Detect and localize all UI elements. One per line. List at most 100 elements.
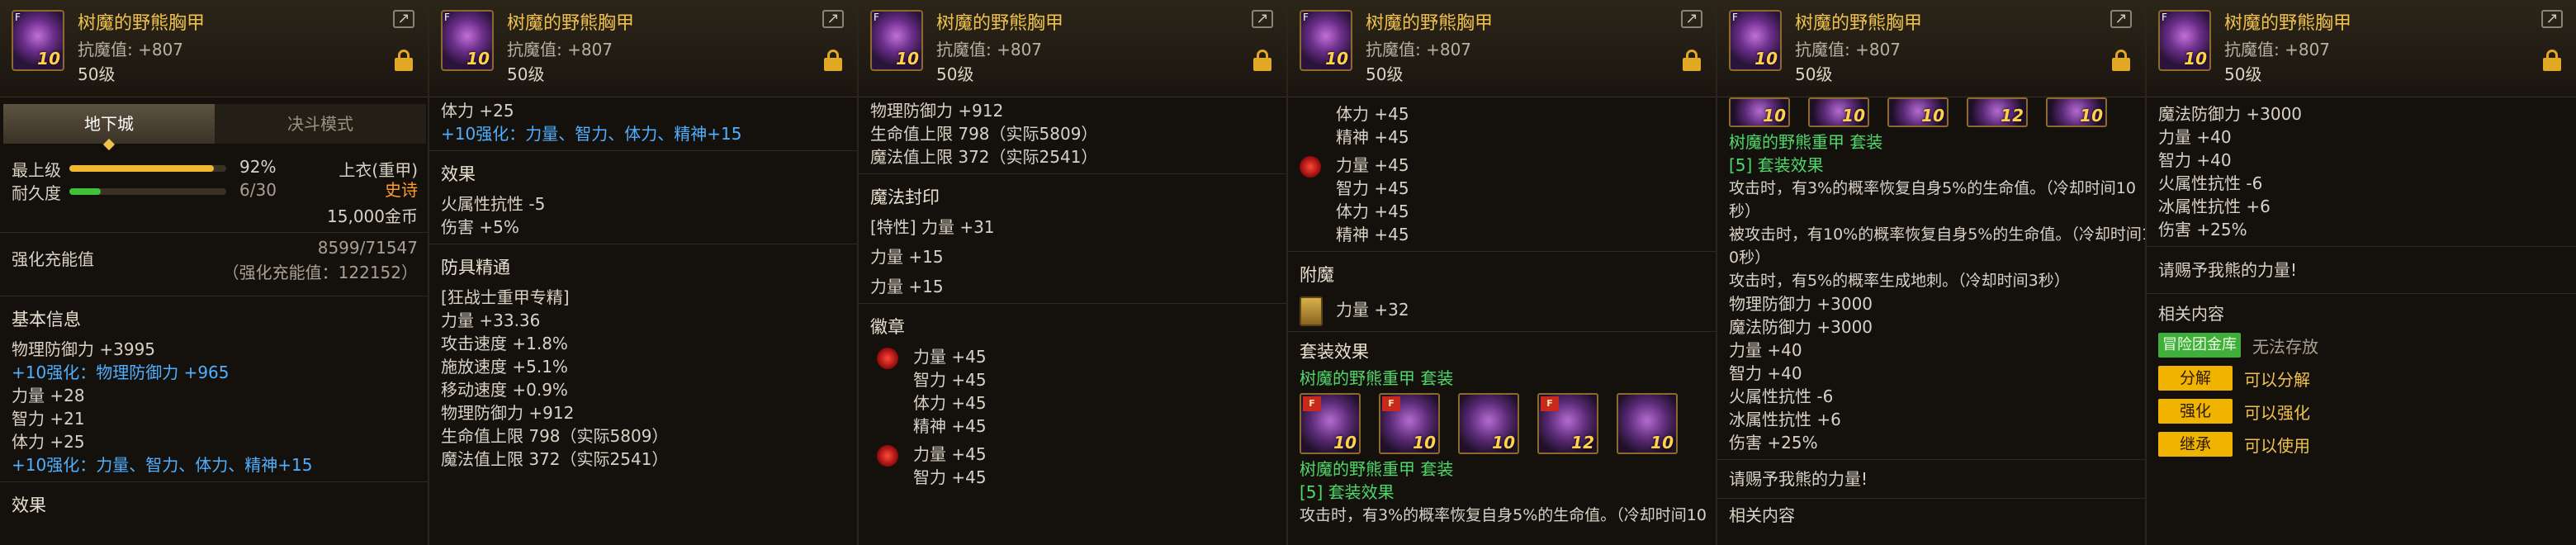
stat-line: 力量 +33.36 (441, 310, 541, 330)
icon-level: 12 (2001, 106, 2024, 126)
stat-line: 魔法值上限 372（实际2541） (441, 449, 669, 469)
set-bonus-line: 攻击时，有5%的概率生成地刺。（冷却时间3秒） (1729, 272, 2070, 290)
set-item-icon[interactable]: F 10 (1300, 393, 1361, 454)
stat-line: 智力 +21 (12, 409, 85, 429)
share-icon[interactable]: ↗ (1252, 10, 1273, 28)
item-resist: 抗魔值: +807 (2224, 40, 2331, 59)
stat-line: 体力 +25 (12, 432, 85, 452)
stat-line: 力量 +40 (2158, 127, 2232, 147)
share-icon[interactable]: ↗ (2541, 10, 2563, 28)
stat-line: 力量 +28 (12, 386, 85, 405)
tooltip-panel-4: F 10 树魔的野熊胸甲 抗魔值: +807 50级 ↗ 体力 +45 精神 +… (1288, 0, 1717, 545)
share-icon[interactable]: ↗ (2110, 10, 2132, 28)
lock-icon[interactable] (2543, 50, 2561, 71)
stat-line: 冰属性抗性 +6 (2158, 197, 2271, 216)
item-level: 50级 (2224, 64, 2262, 84)
lock-icon[interactable] (395, 50, 413, 71)
emblem-icon (877, 347, 898, 369)
enhance-sub: （强化充能值：122152） (222, 263, 418, 282)
item-header: F 10 树魔的野熊胸甲 抗魔值: +807 50级 ↗ (0, 0, 428, 97)
set-item-icon[interactable]: 10 (1887, 97, 1949, 127)
stat-line: 施放速度 +5.1% (441, 357, 568, 377)
seal-heading: 魔法封印 (870, 187, 940, 207)
lock-icon[interactable] (1683, 50, 1701, 71)
enchant-card-icon (1300, 296, 1323, 326)
tooltip-strip: F 10 树魔的野熊胸甲 抗魔值: +807 50级 ↗ 地下城 决斗模式 最上… (0, 0, 2576, 545)
item-level: 50级 (936, 64, 974, 84)
icon-grade: F (15, 12, 21, 23)
set-item-icon[interactable]: 10 (1458, 393, 1519, 454)
icon-level: 10 (1921, 106, 1944, 126)
stat-line: 智力 +45 (913, 370, 987, 390)
stat-line: 智力 +40 (2158, 150, 2232, 170)
set-item-icon[interactable]: 12 (1967, 97, 2028, 127)
set-item-icon[interactable]: F 10 (1379, 393, 1440, 454)
share-icon[interactable]: ↗ (393, 10, 414, 28)
adventure-bank-button[interactable]: 冒险团金库 (2158, 333, 2241, 358)
item-title: 树魔的野熊胸甲 (2224, 13, 2352, 34)
item-armor-icon: F 10 (1300, 10, 1352, 71)
set-item-icon[interactable]: 10 (1617, 393, 1678, 454)
set-item-icon[interactable]: F 12 (1537, 393, 1598, 454)
item-header: F 10 树魔的野熊胸甲 抗魔值: +807 50级 ↗ (1288, 0, 1716, 97)
item-level: 50级 (1795, 64, 1833, 84)
item-armor-icon: F 10 (870, 10, 923, 71)
set-sub-name: 树魔的野熊重甲 套装 (1300, 459, 1454, 479)
set-effect-heading: 套装效果 (1300, 342, 1369, 362)
item-header: F 10 树魔的野熊胸甲 抗魔值: +807 50级 ↗ (1717, 0, 2145, 97)
emblem-icon (877, 444, 898, 467)
stat-line: 精神 +45 (1336, 225, 1409, 244)
share-icon[interactable]: ↗ (822, 10, 844, 28)
bank-status: 无法存放 (2252, 336, 2318, 357)
enhance-button[interactable]: 强化 (2158, 399, 2233, 424)
item-title: 树魔的野熊胸甲 (1795, 13, 1923, 34)
set-items: 10 10 10 12 10 (1717, 97, 2145, 130)
stat-line: 生命值上限 798（实际5809） (441, 426, 669, 446)
inherit-button[interactable]: 继承 (2158, 432, 2233, 457)
icon-level: 10 (37, 49, 60, 69)
icon-grade: F (444, 12, 450, 23)
lock-icon[interactable] (1253, 50, 1271, 71)
icon-level: 10 (1754, 49, 1778, 69)
icon-grade: F (2162, 12, 2167, 23)
icon-level: 10 (466, 49, 490, 69)
stat-line: 物理防御力 +3995 (12, 339, 156, 359)
stat-line: 力量 +40 (1729, 340, 1802, 360)
mastery-heading: 防具精通 (441, 258, 510, 277)
share-icon[interactable]: ↗ (1681, 10, 1702, 28)
related-heading: 相关内容 (2158, 304, 2224, 324)
set-bonus-line: 攻击时，有3%的概率恢复自身5%的生命值。（冷却时间10 (1729, 179, 2136, 197)
set-item-icon[interactable]: 10 (2046, 97, 2107, 127)
set-sub-name: 树魔的野熊重甲 套装 (1729, 132, 1883, 152)
item-title: 树魔的野熊胸甲 (78, 13, 206, 34)
stat-line: 物理防御力 +3000 (1729, 294, 1873, 314)
stat-line: 力量 +15 (870, 247, 944, 267)
item-level: 50级 (507, 64, 545, 84)
lock-icon[interactable] (824, 50, 842, 71)
item-title: 树魔的野熊胸甲 (936, 13, 1064, 34)
item-armor-icon: F 10 (1729, 10, 1782, 71)
lock-icon[interactable] (2112, 50, 2130, 71)
icon-level: 10 (1842, 106, 1865, 126)
stat-line: [特性] 力量 +31 (870, 217, 995, 237)
item-level: 50级 (1366, 64, 1404, 84)
item-header: F 10 树魔的野熊胸甲 抗魔值: +807 50级 ↗ (429, 0, 857, 97)
durability-bar (69, 188, 226, 195)
set-item-icon[interactable]: 10 (1729, 97, 1790, 127)
set-name: 树魔的野熊重甲 套装 (1300, 368, 1454, 388)
icon-grade: F (874, 12, 879, 23)
tab-duel[interactable]: 决斗模式 (215, 104, 426, 144)
set-items: F 10 F 10 10 F 12 10 (1288, 390, 1716, 457)
emblem-icon (1300, 155, 1321, 178)
disassemble-button[interactable]: 分解 (2158, 366, 2233, 391)
set-item-icon[interactable]: 10 (1808, 97, 1869, 127)
stat-line: 攻击速度 +1.8% (441, 334, 568, 353)
tooltip-panel-3: F 10 树魔的野熊胸甲 抗魔值: +807 50级 ↗ 物理防御力 +912 … (859, 0, 1288, 545)
icon-level: 10 (1763, 106, 1786, 126)
item-level: 50级 (78, 64, 116, 84)
flavor-quote: 请赐予我熊的力量! (1729, 469, 1868, 489)
icon-grade: F (1732, 12, 1738, 23)
stat-line: 精神 +45 (913, 416, 987, 436)
basic-info-heading: 基本信息 (12, 310, 81, 329)
tab-dungeon[interactable]: 地下城 (3, 104, 215, 144)
